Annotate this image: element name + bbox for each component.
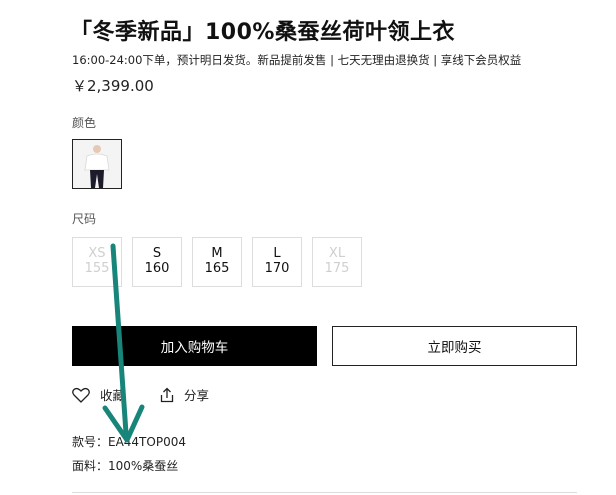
- size-name: M: [211, 246, 223, 261]
- add-to-cart-button[interactable]: 加入购物车: [72, 326, 317, 366]
- color-label: 颜色: [72, 116, 97, 130]
- size-name: XS: [88, 246, 106, 261]
- section-divider: [72, 492, 577, 493]
- color-swatch[interactable]: [72, 139, 122, 189]
- favorite-label: 收藏: [100, 388, 126, 403]
- size-value: 170: [264, 261, 290, 276]
- size-option-xs[interactable]: XS 155: [72, 237, 122, 287]
- size-option-m[interactable]: M 165: [192, 237, 242, 287]
- size-value: 155: [84, 261, 110, 276]
- sku-text: 款号：EA44TOP004: [72, 435, 186, 449]
- size-name: S: [152, 246, 162, 261]
- share-label: 分享: [184, 388, 210, 403]
- material-text: 面料：100%桑蚕丝: [72, 459, 179, 473]
- size-option-xl[interactable]: XL 175: [312, 237, 362, 287]
- share-icon: [160, 387, 174, 402]
- size-name: XL: [328, 246, 346, 261]
- size-name: L: [273, 246, 281, 261]
- heart-icon: [72, 387, 90, 403]
- product-price: ￥2,399.00: [72, 77, 154, 95]
- shipping-note: 16:00-24:00下单，预计明日发货。新品提前发售 | 七天无理由退换货 |…: [72, 53, 522, 67]
- product-title: 「冬季新品」100%桑蚕丝荷叶领上衣: [70, 20, 455, 45]
- size-value: 160: [144, 261, 170, 276]
- buy-now-button[interactable]: 立即购买: [332, 326, 577, 366]
- product-thumbnail-image: [73, 140, 121, 188]
- size-value: 165: [204, 261, 230, 276]
- favorite-action[interactable]: 收藏: [72, 385, 125, 404]
- size-value: 175: [324, 261, 350, 276]
- share-action[interactable]: 分享: [160, 385, 209, 404]
- size-label: 尺码: [72, 212, 97, 226]
- size-option-l[interactable]: L 170: [252, 237, 302, 287]
- size-option-s[interactable]: S 160: [132, 237, 182, 287]
